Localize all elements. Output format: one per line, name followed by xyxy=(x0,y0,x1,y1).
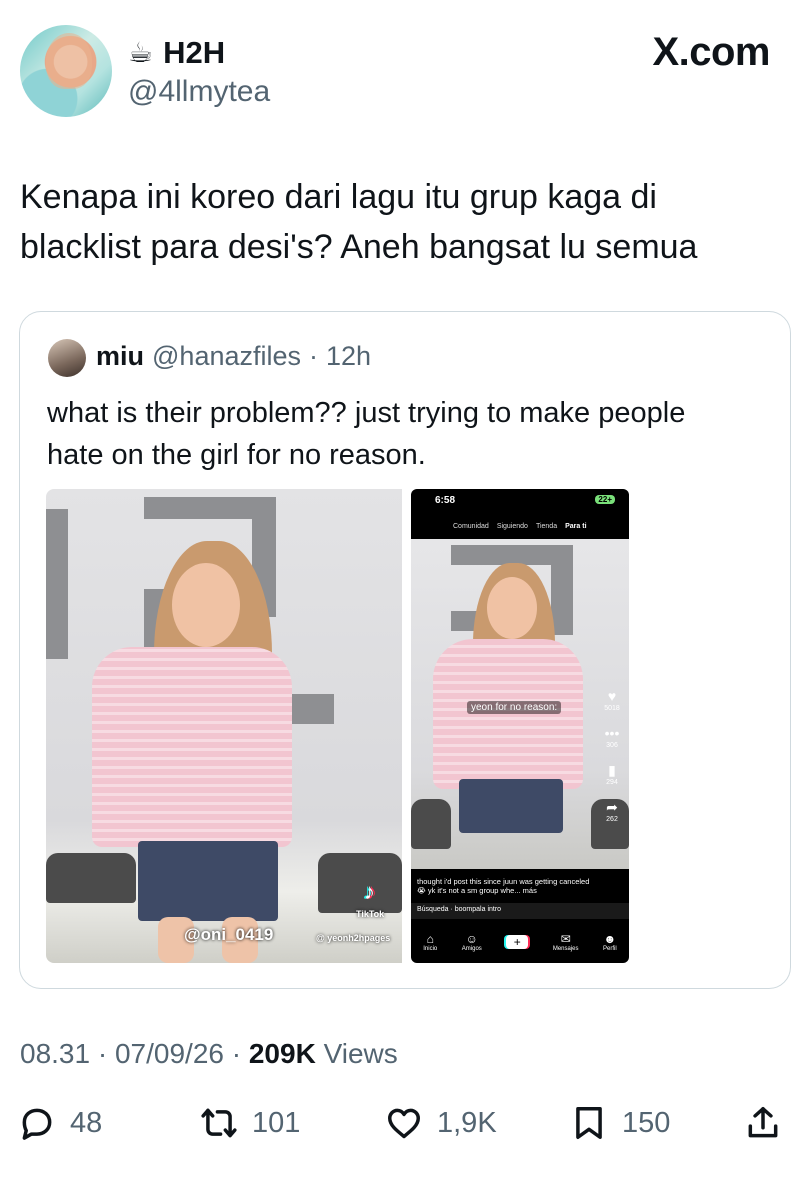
dancer-face xyxy=(172,563,240,647)
bottom-nav-label: Inicio xyxy=(423,946,438,952)
side-count: 262 xyxy=(606,816,618,823)
share-icon: ➦ xyxy=(606,799,618,815)
dancer-skirt xyxy=(459,779,563,833)
repost-count: 101 xyxy=(252,1106,301,1139)
bottom-nav-label: Amigos xyxy=(461,946,482,952)
separator-dot: · xyxy=(231,1038,242,1069)
quoted-tweet-header: miu @hanazfiles · 12h xyxy=(96,341,371,372)
separator-dot: · xyxy=(309,341,319,371)
tweet-meta: 08.31 · 07/09/26 · 209K Views xyxy=(20,1038,398,1070)
bookmark-count: 150 xyxy=(622,1106,671,1139)
heart-icon xyxy=(388,1108,420,1139)
video-caption: thought i'd post this since juun was get… xyxy=(417,877,590,895)
reply-icon xyxy=(22,1108,52,1140)
tweet-text: Kenapa ini koreo dari lagu itu grup kaga… xyxy=(20,172,780,272)
nav-item: Tienda xyxy=(535,523,558,530)
bookmark-icon: ▮ xyxy=(608,762,616,778)
author-avatar[interactable] xyxy=(20,25,112,117)
tweet-actions: 48 101 1,9K 150 xyxy=(0,1104,810,1154)
bottom-nav-label: Perfil xyxy=(603,946,617,952)
quoted-author-handle[interactable]: @hanazfiles xyxy=(152,341,301,372)
profile-icon: ☻ xyxy=(603,932,617,946)
tweet-text-line: Kenapa ini koreo dari lagu itu grup kaga… xyxy=(20,178,657,216)
author-name-row[interactable]: ☕ H2H xyxy=(128,35,225,71)
tiktok-search-bar: Búsqueda · boompala intro xyxy=(411,903,629,919)
tiktok-side-actions: ♥ 5018 ••• 306 ▮ 294 ➦ 262 xyxy=(601,689,623,837)
repost-icon xyxy=(201,1108,237,1138)
reply-button[interactable]: 48 xyxy=(18,1104,102,1142)
chair xyxy=(46,853,136,903)
author-handle[interactable]: @4llmytea xyxy=(128,75,270,109)
tweet-time[interactable]: 08.31 xyxy=(20,1038,90,1069)
quoted-text-line: what is their problem?? just trying to m… xyxy=(47,397,686,429)
like-count: 1,9K xyxy=(437,1106,497,1139)
home-icon: ⌂ xyxy=(426,932,434,946)
tiktok-bottom-nav: ⌂ Inicio ☺ Amigos + ✉ Mensajes ☻ Perfil xyxy=(411,921,629,963)
nav-item: Para ti xyxy=(565,523,587,530)
views-label: Views xyxy=(323,1038,398,1069)
dancer-face xyxy=(487,577,537,639)
dancer-skirt xyxy=(138,841,278,921)
dancer-shirt xyxy=(92,647,292,847)
backdrop-shape xyxy=(46,509,68,659)
repost-button[interactable]: 101 xyxy=(200,1104,300,1142)
like-button[interactable]: 1,9K xyxy=(385,1104,497,1142)
coffee-cup-icon: ☕ xyxy=(128,36,154,69)
quoted-tweet-time[interactable]: 12h xyxy=(326,341,371,372)
chair xyxy=(411,799,451,849)
tweet-date[interactable]: 07/09/26 xyxy=(115,1038,224,1069)
tiktok-top-nav: Comunidad Siguiendo Tienda Para ti xyxy=(411,523,629,530)
chair xyxy=(318,853,402,913)
battery-icon: 22+ xyxy=(595,495,615,504)
author-display-name[interactable]: H2H xyxy=(163,35,225,71)
bookmark-icon xyxy=(576,1107,602,1139)
bottom-nav-label: Mensajes xyxy=(552,946,579,952)
video-overlay-text: yeon for no reason: xyxy=(467,701,562,714)
side-count: 5018 xyxy=(604,705,620,712)
quoted-tweet-text: what is their problem?? just trying to m… xyxy=(47,392,767,476)
create-button: + xyxy=(506,935,529,949)
nav-item: Siguiendo xyxy=(496,523,528,530)
messages-icon: ✉ xyxy=(560,932,571,946)
reply-count: 48 xyxy=(70,1106,103,1139)
dancer-shirt xyxy=(433,639,583,789)
views-count[interactable]: 209K xyxy=(249,1038,316,1069)
share-button[interactable] xyxy=(744,1104,782,1142)
tiktok-user: @ yeonh2hpages xyxy=(316,933,391,943)
quoted-tweet[interactable]: miu @hanazfiles · 12h what is their prob… xyxy=(19,311,791,989)
brand-watermark: X.com xyxy=(652,30,770,74)
media-image-left[interactable]: @oni_0419 ♪ TikTok @ yeonh2hpages xyxy=(46,489,402,963)
tweet-text-line: blacklist para desi's? Aneh bangsat lu s… xyxy=(20,228,698,266)
side-count: 306 xyxy=(606,742,618,749)
tiktok-label: TikTok xyxy=(356,909,385,919)
share-icon xyxy=(748,1107,778,1138)
nav-item: Comunidad xyxy=(453,523,489,530)
friends-icon: ☺ xyxy=(465,932,478,946)
quoted-text-line: hate on the girl for no reason. xyxy=(47,439,426,471)
phone-clock: 6:58 xyxy=(435,495,456,506)
phone-status-bar: 6:58 22+ xyxy=(411,489,629,511)
side-count: 294 xyxy=(606,779,618,786)
quoted-author-name[interactable]: miu xyxy=(96,341,144,372)
comment-icon: ••• xyxy=(604,725,620,741)
tiktok-logo-icon: ♪ xyxy=(364,879,375,904)
media-image-right[interactable]: 6:58 22+ Comunidad Siguiendo Tienda Para… xyxy=(411,489,629,963)
heart-icon: ♥ xyxy=(607,688,617,704)
quoted-author-avatar[interactable] xyxy=(48,339,86,377)
bookmark-button[interactable]: 150 xyxy=(570,1104,670,1142)
image-watermark: @oni_0419 xyxy=(184,925,274,944)
separator-dot: · xyxy=(97,1038,108,1069)
